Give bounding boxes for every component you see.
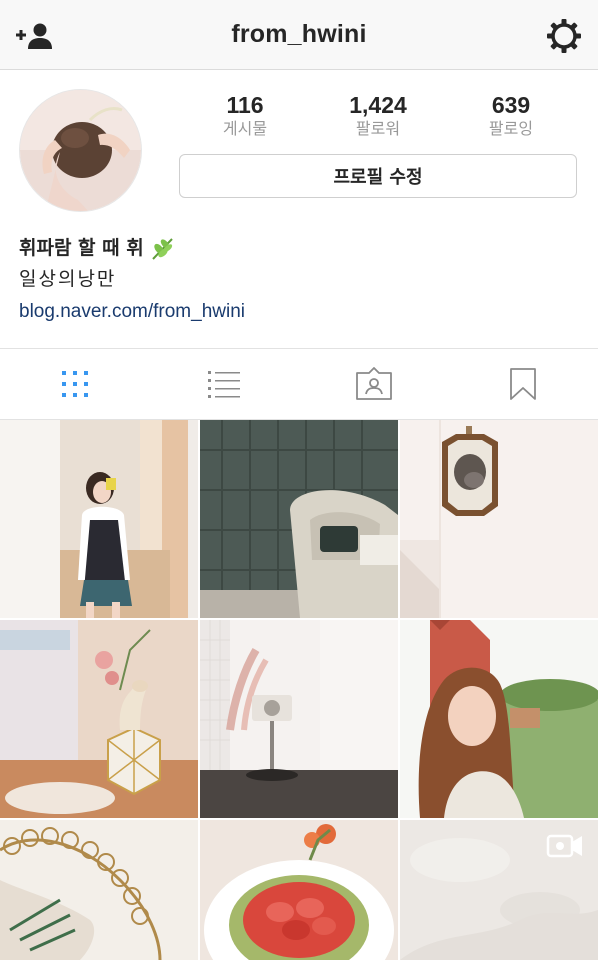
grid-post[interactable] <box>400 820 598 960</box>
tab-grid[interactable] <box>0 349 150 419</box>
following-stat[interactable]: 639 팔로잉 <box>444 92 578 140</box>
tab-saved[interactable] <box>448 349 598 419</box>
grid-post[interactable] <box>200 420 398 618</box>
grid-icon <box>62 371 88 397</box>
grid-post[interactable] <box>200 820 398 960</box>
followers-count: 1,424 <box>349 92 407 118</box>
grid-post[interactable] <box>0 620 198 818</box>
bookmark-icon <box>510 368 536 400</box>
grid-post[interactable] <box>400 620 598 818</box>
display-name-row: 휘파람 할 때 휘 <box>19 233 579 263</box>
following-label: 팔로잉 <box>488 121 534 138</box>
profile-bio: 휘파람 할 때 휘 일상의낭만 blog.naver.com/from_hwin… <box>19 233 579 327</box>
gear-icon <box>547 19 581 53</box>
posts-label: 게시물 <box>222 121 268 138</box>
profile-tabs <box>0 348 598 420</box>
followers-stat[interactable]: 1,424 팔로워 <box>311 92 445 140</box>
posts-count: 116 <box>226 92 264 118</box>
profile-link[interactable]: blog.naver.com/from_hwini <box>19 297 579 327</box>
tab-list[interactable] <box>149 349 299 419</box>
tagged-icon <box>356 367 392 400</box>
profile-avatar[interactable] <box>19 89 142 212</box>
list-icon <box>208 371 240 398</box>
profile-stats: 116 게시물 1,424 팔로워 639 팔로잉 <box>178 92 578 142</box>
following-count: 639 <box>491 92 531 118</box>
posts-stat[interactable]: 116 게시물 <box>178 92 312 140</box>
photo-grid <box>0 420 598 960</box>
grid-post[interactable] <box>400 420 598 618</box>
grid-post[interactable] <box>0 820 198 960</box>
grid-post[interactable] <box>0 420 198 618</box>
top-bar: from_hwini <box>0 0 598 70</box>
tab-tagged[interactable] <box>299 349 449 419</box>
bio-text: 일상의낭만 <box>19 268 117 290</box>
grid-post[interactable] <box>200 620 398 818</box>
herb-emoji-icon <box>152 238 173 260</box>
edit-profile-button[interactable]: 프로필 수정 <box>179 154 577 198</box>
profile-username: from_hwini <box>231 20 367 48</box>
settings-button[interactable] <box>542 14 586 58</box>
followers-label: 팔로워 <box>355 121 401 138</box>
display-name: 휘파람 할 때 휘 <box>19 237 144 259</box>
